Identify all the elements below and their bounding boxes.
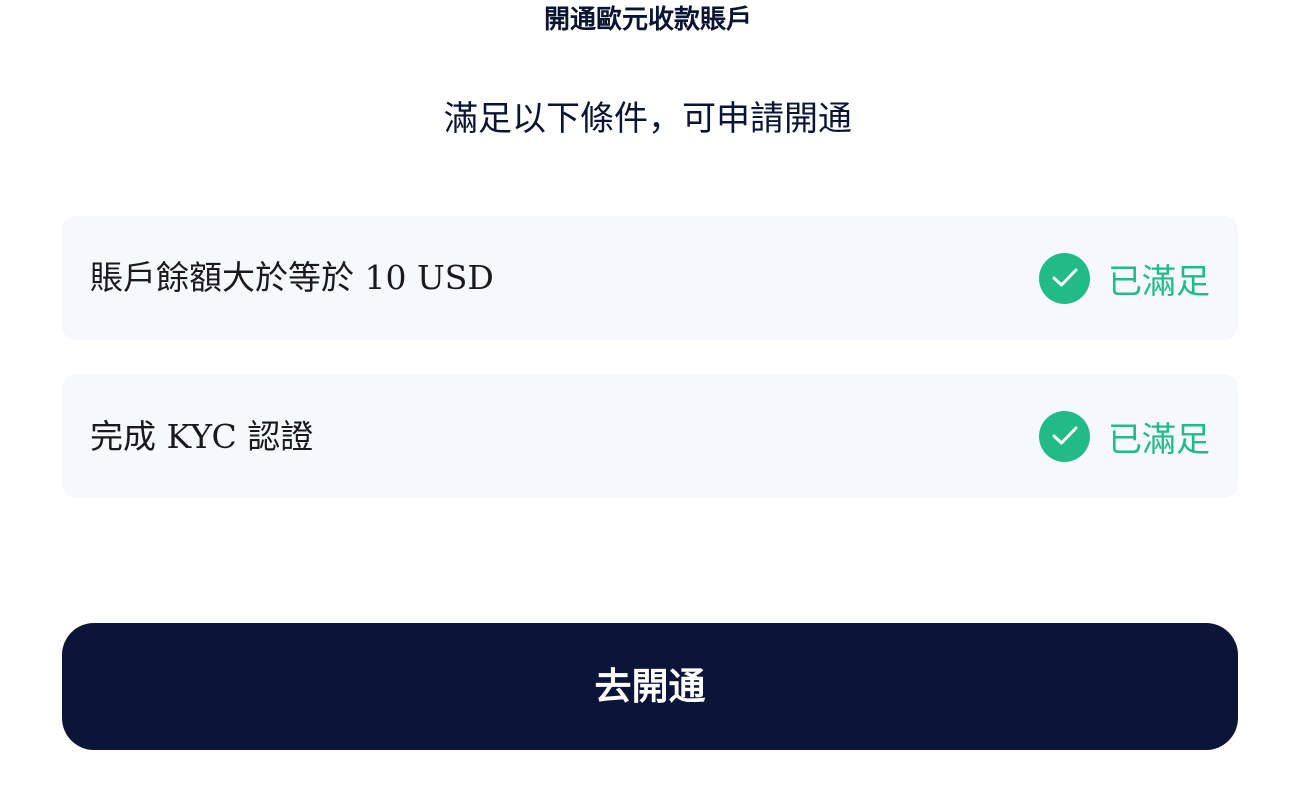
condition-status: 已滿足 <box>1039 216 1210 340</box>
conditions-subtitle: 滿足以下條件，可申請開通 <box>444 99 852 139</box>
page-title: 開通歐元收款賬戶 <box>543 5 752 35</box>
check-circle-icon <box>1039 252 1090 304</box>
condition-label: 完成 KYC 認證 <box>90 417 314 456</box>
condition-card-kyc: 完成 KYC 認證 已滿足 <box>62 374 1238 498</box>
condition-label: 賬戶餘額大於等於 10 USD <box>90 258 494 297</box>
status-text: 已滿足 <box>1108 261 1210 302</box>
status-text: 已滿足 <box>1108 419 1210 460</box>
open-account-button[interactable]: 去開通 <box>62 623 1238 750</box>
condition-status: 已滿足 <box>1039 374 1210 498</box>
condition-card-balance: 賬戶餘額大於等於 10 USD 已滿足 <box>62 216 1238 340</box>
check-circle-icon <box>1039 410 1090 462</box>
